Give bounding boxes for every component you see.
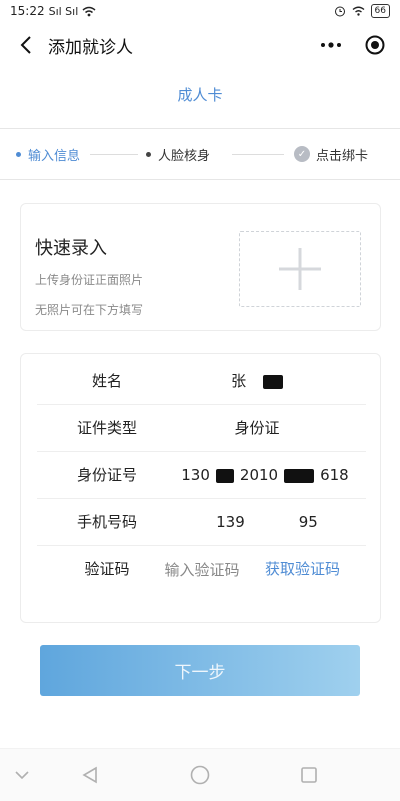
quick-entry-hint-manual: 无照片可在下方填写 — [35, 303, 144, 317]
phone-field[interactable]: 139 95 — [177, 499, 357, 546]
phone-part: 95 — [298, 513, 318, 531]
form-row-name: 姓名 张 — [37, 358, 366, 405]
id-number-part: 618 — [320, 466, 349, 484]
form-row-code: 验证码 获取验证码 — [37, 546, 366, 593]
navigation-bar: 添加就诊人 — [0, 22, 400, 68]
chevron-left-icon — [20, 36, 31, 54]
id-type-select[interactable]: 身份证 — [167, 405, 347, 452]
target-icon — [365, 35, 385, 55]
quick-entry-title: 快速录入 — [35, 238, 107, 259]
quick-entry-card: 快速录入 上传身份证正面照片 无照片可在下方填写 — [20, 203, 381, 331]
wifi-icon — [82, 6, 96, 16]
redaction-mask — [215, 468, 234, 483]
step-dot-icon — [16, 151, 21, 157]
system-home-button[interactable] — [188, 763, 212, 787]
form-row-id-number: 身份证号 130 2010 618 — [37, 452, 366, 499]
status-bar: 15:22 Sıl Sıl 66 — [0, 0, 400, 22]
more-dots-icon — [321, 42, 341, 48]
check-icon: ✓ — [294, 146, 310, 162]
wifi-status-icon — [352, 6, 364, 16]
triangle-back-icon — [82, 766, 97, 784]
collapse-button[interactable] — [10, 763, 34, 787]
upload-id-photo-button[interactable] — [239, 231, 361, 307]
id-type-label: 证件类型 — [76, 419, 137, 437]
system-navigation-bar — [0, 748, 400, 801]
circle-home-icon — [190, 765, 210, 785]
more-button[interactable] — [320, 42, 342, 48]
name-value: 张 — [231, 372, 247, 390]
id-number-label: 身份证号 — [76, 466, 137, 484]
id-number-field[interactable]: 130 2010 618 — [165, 452, 365, 499]
square-recents-icon — [301, 767, 317, 783]
chevron-down-icon — [15, 771, 29, 779]
name-field[interactable]: 张 — [167, 358, 347, 405]
step-bind-card: ✓ 点击绑卡 — [294, 129, 368, 179]
step-label: 输入信息 — [28, 148, 81, 164]
status-time: 15:22 — [10, 4, 45, 18]
step-label: 点击绑卡 — [316, 148, 369, 164]
redaction-mask — [284, 468, 315, 483]
system-back-button[interactable] — [78, 763, 102, 787]
step-label: 人脸核身 — [158, 148, 211, 164]
plus-icon — [279, 248, 321, 290]
phone-part: 139 — [216, 513, 245, 531]
battery-indicator: 66 — [370, 4, 390, 18]
next-step-button[interactable]: 下一步 — [40, 645, 360, 696]
card-type-tab[interactable]: 成人卡 — [0, 78, 400, 112]
step-face-verify: 人脸核身 — [146, 129, 210, 179]
step-divider — [90, 154, 138, 155]
id-number-part: 2010 — [239, 466, 279, 484]
alarm-icon — [334, 6, 345, 17]
close-miniprogram-button[interactable] — [364, 34, 386, 56]
get-code-button[interactable]: 获取验证码 — [265, 546, 340, 593]
name-label: 姓名 — [91, 372, 122, 390]
back-button[interactable] — [14, 33, 38, 57]
quick-entry-hint-upload: 上传身份证正面照片 — [35, 273, 144, 287]
form-row-id-type: 证件类型 身份证 — [37, 405, 366, 452]
form-row-phone: 手机号码 139 95 — [37, 499, 366, 546]
system-recents-button[interactable] — [297, 763, 321, 787]
page-title: 添加就诊人 — [48, 37, 133, 58]
signal-indicator: Sıl Sıl — [48, 4, 79, 18]
id-number-part: 130 — [181, 466, 210, 484]
phone-label: 手机号码 — [76, 513, 137, 531]
patient-form: 姓名 张 证件类型 身份证 身份证号 130 2010 618 手机号码 139 95… — [20, 353, 381, 623]
redaction-mask — [262, 374, 283, 389]
step-divider — [232, 154, 284, 155]
step-progress: 输入信息 人脸核身 ✓ 点击绑卡 — [0, 128, 400, 180]
step-input-info: 输入信息 — [16, 129, 80, 179]
verification-code-input[interactable] — [147, 557, 257, 583]
step-dot-icon — [146, 151, 151, 157]
